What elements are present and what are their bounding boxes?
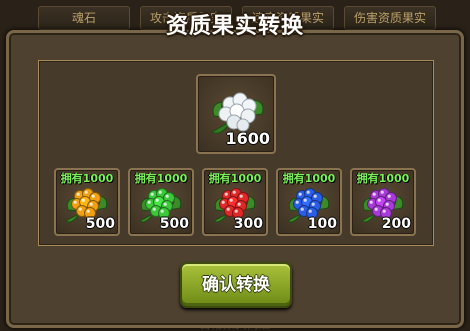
berry-highlight-6 [300,207,304,211]
target-amount: 1600 [225,129,270,148]
berry-highlight-0 [150,192,154,196]
berry-highlight-2 [313,194,317,198]
berry-highlight-3 [221,200,225,204]
berry-highlight-1 [306,190,310,194]
berry-highlight-2 [91,194,95,198]
berry-highlight-1 [380,190,384,194]
berry-highlight-4 [377,198,381,202]
berry-highlight-0 [224,192,228,196]
berry-highlight-5 [237,202,241,206]
berry-highlight-7 [86,209,90,213]
source-fruit-red[interactable]: 拥有1000 300 [202,168,268,236]
source-fruit-orange[interactable]: 拥有1000 500 [54,168,120,236]
berry-highlight-3 [369,200,373,204]
berry-highlight-0 [372,192,376,196]
confirm-convert-button[interactable]: 确认转换 [180,262,292,308]
berry-highlight-4 [229,198,233,202]
berry-highlight-5 [89,202,93,206]
source-fruit-green[interactable]: 拥有1000 500 [128,168,194,236]
berry-highlight-4 [155,198,159,202]
berry-highlight-7 [308,209,312,213]
berry-highlight-5 [163,202,167,206]
dialog-title: 资质果实转换 [165,14,304,39]
berry-highlight-6 [78,207,82,211]
berry-highlight-7 [160,209,164,213]
berry-highlight-6 [152,207,156,211]
berry-highlight-1 [84,190,88,194]
berry-highlight-2 [387,194,391,198]
source-amount: 300 [233,216,263,232]
berry-highlight-3 [147,200,151,204]
berry-highlight-7 [382,209,386,213]
berry-highlight-0 [76,192,80,196]
berry-highlight-2 [239,194,243,198]
berry-highlight-5 [385,202,389,206]
source-fruit-purple[interactable]: 拥有1000 200 [350,168,416,236]
source-amount: 500 [85,216,115,232]
berry-highlight-0 [298,192,302,196]
berry-highlight-1 [232,190,236,194]
berry-highlight-3 [295,200,299,204]
source-amount: 500 [159,216,189,232]
target-fruit-slot[interactable]: 1600 [196,74,276,154]
berry-highlight-5 [311,202,315,206]
berry-highlight-3 [73,200,77,204]
source-amount: 100 [307,216,337,232]
berry-highlight-4 [303,198,307,202]
berry-highlight-1 [158,190,162,194]
berry-highlight-6 [374,207,378,211]
berry-highlight-4 [81,198,85,202]
source-amount: 200 [381,216,411,232]
source-fruit-blue[interactable]: 拥有1000 100 [276,168,342,236]
berry-highlight-2 [165,194,169,198]
berry-highlight-6 [226,207,230,211]
berry-highlight-7 [234,209,238,213]
